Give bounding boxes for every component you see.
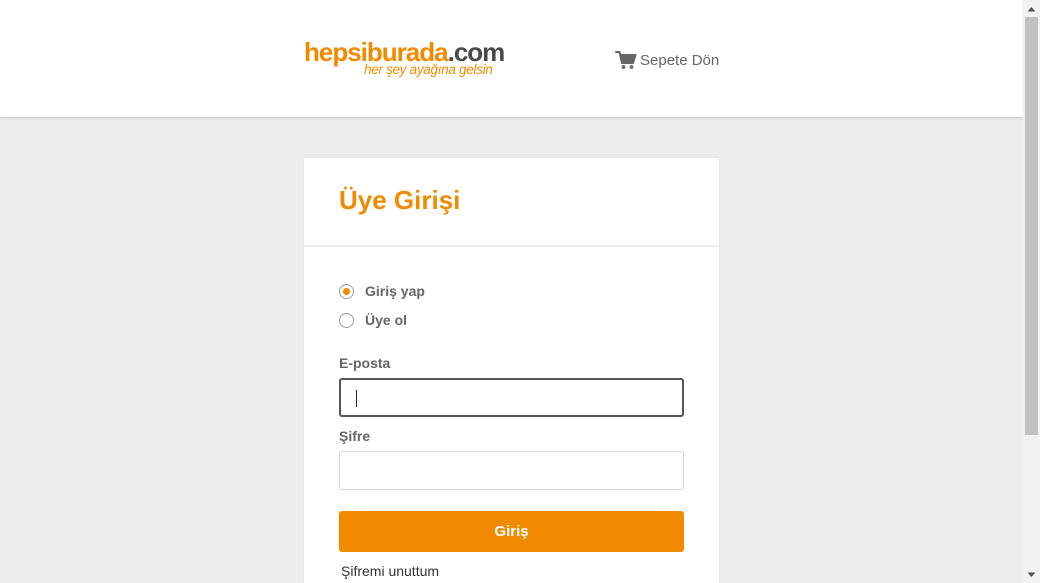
radio-register[interactable]: Üye ol <box>339 310 407 330</box>
radio-login-label: Giriş yap <box>365 283 425 299</box>
scroll-down-arrow-icon[interactable] <box>1023 566 1040 583</box>
login-card: Üye Girişi Giriş yap Üye ol E-posta Şifr… <box>304 158 719 583</box>
radio-login[interactable]: Giriş yap <box>339 281 425 301</box>
hepsiburada-logo[interactable]: hepsiburada.com her şey ayağına gelsin <box>304 38 505 80</box>
password-field[interactable] <box>339 451 684 490</box>
site-header: hepsiburada.com her şey ayağına gelsin S… <box>0 0 1023 118</box>
text-caret <box>356 390 357 407</box>
radio-selected-dot <box>343 287 350 295</box>
scroll-up-arrow-icon[interactable] <box>1023 0 1040 17</box>
login-submit-button[interactable]: Giriş <box>339 511 684 552</box>
forgot-password-link[interactable]: Şifremi unuttum <box>341 563 439 579</box>
email-field[interactable] <box>339 378 684 417</box>
scrollbar-thumb[interactable] <box>1025 17 1038 435</box>
radio-register-label: Üye ol <box>365 312 408 328</box>
back-to-cart-label: Sepete Dön <box>640 51 720 69</box>
radio-button-unchecked[interactable] <box>339 312 354 328</box>
logo-tagline: her şey ayağına gelsin <box>364 62 493 77</box>
page-viewport: hepsiburada.com her şey ayağına gelsin S… <box>0 0 1023 583</box>
email-label: E-posta <box>339 355 391 371</box>
login-card-header: Üye Girişi <box>304 158 719 247</box>
vertical-scrollbar[interactable] <box>1023 0 1040 583</box>
page-title: Üye Girişi <box>339 185 461 215</box>
password-label: Şifre <box>339 428 371 444</box>
cart-icon <box>615 50 637 70</box>
radio-button-checked[interactable] <box>339 283 354 299</box>
back-to-cart-link[interactable]: Sepete Dön <box>615 50 719 70</box>
